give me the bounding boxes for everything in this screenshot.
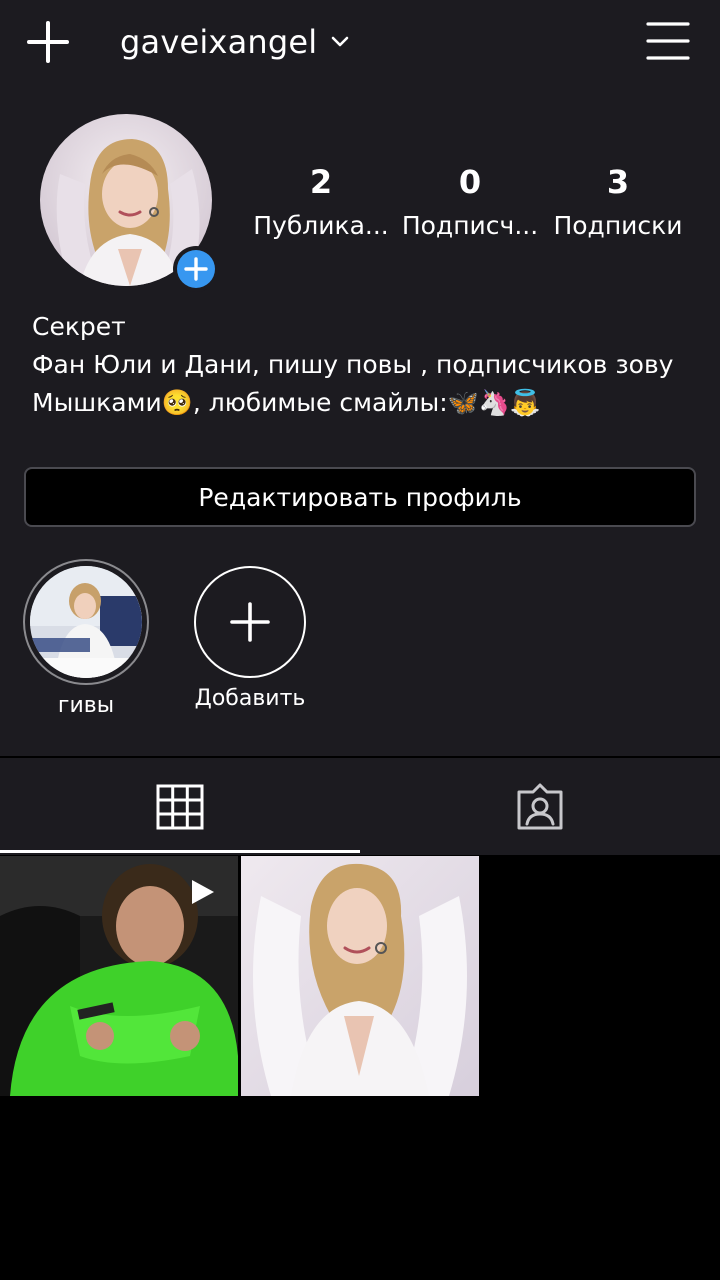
posts-grid (0, 856, 720, 1096)
highlight-label: гивы (57, 693, 115, 718)
stat-posts[interactable]: 2 Публика... (251, 158, 391, 246)
profile-tabs (0, 758, 720, 855)
stat-following-count: 3 (606, 163, 630, 201)
top-bar: gaveixangel (0, 0, 720, 86)
plus-icon (184, 257, 208, 281)
new-highlight-circle (194, 566, 306, 678)
hamburger-menu-icon (646, 22, 690, 60)
stat-following[interactable]: 3 Подписки (548, 158, 688, 246)
username: gaveixangel (120, 23, 318, 61)
highlight-item[interactable]: гивы (21, 559, 151, 718)
stat-following-label: Подписки (553, 211, 683, 240)
bio-line-2: Мышками🥺, любимые смайлы:🦋🦄👼 (32, 388, 542, 417)
stat-posts-label: Публика... (253, 211, 389, 240)
stat-posts-count: 2 (309, 163, 333, 201)
tab-tagged[interactable] (360, 758, 720, 855)
post-image (0, 856, 238, 1096)
stat-followers-count: 0 (458, 163, 482, 201)
new-highlight-label: Добавить (194, 686, 306, 711)
bio: Секрет Фан Юли и Дани, пишу повы , подпи… (32, 308, 702, 422)
account-switcher[interactable]: gaveixangel (120, 22, 349, 62)
plus-icon (230, 602, 270, 642)
post-thumbnail[interactable] (241, 856, 479, 1096)
new-post-button[interactable] (26, 20, 70, 64)
grid-icon (156, 784, 204, 829)
tagged-person-icon (517, 783, 563, 829)
post-image (241, 856, 479, 1096)
bio-line-1: Фан Юли и Дани, пишу повы , подписчиков … (32, 350, 674, 379)
profile-name: Секрет (32, 312, 126, 341)
highlight-cover (30, 566, 142, 678)
chevron-down-icon (332, 36, 349, 47)
post-thumbnail[interactable] (0, 856, 238, 1096)
highlight-ring (23, 559, 149, 685)
stat-followers-label: Подписч... (401, 211, 539, 240)
profile-section: 2 Публика... 0 Подписч... 3 Подписки Сек… (0, 86, 720, 756)
plus-icon (27, 21, 69, 63)
menu-button[interactable] (646, 20, 690, 62)
new-highlight-button[interactable]: Добавить (185, 559, 315, 711)
edit-profile-button[interactable]: Редактировать профиль (24, 467, 696, 527)
add-story-button[interactable] (173, 246, 219, 292)
stat-followers[interactable]: 0 Подписч... (400, 158, 540, 246)
active-tab-indicator (0, 850, 360, 853)
tab-posts-grid[interactable] (0, 758, 360, 855)
